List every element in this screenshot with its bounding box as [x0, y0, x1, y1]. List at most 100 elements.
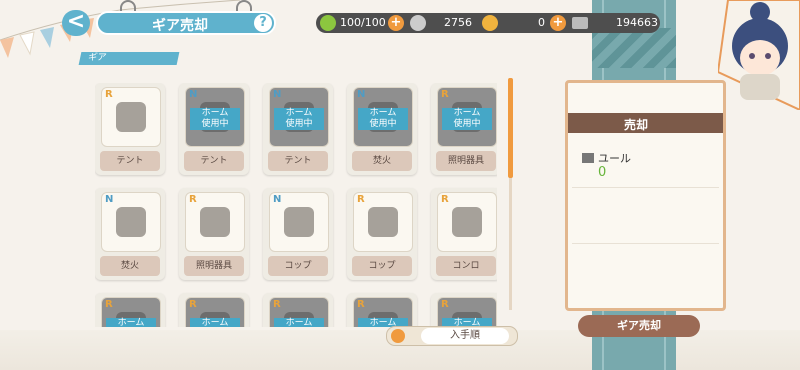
- yule-icon: [582, 153, 594, 163]
- gear-sell-button[interactable]: ギア売却: [578, 315, 700, 337]
- gear-thumbnail: R ホーム使用中: [185, 297, 245, 327]
- section-tag: ギア: [78, 52, 180, 65]
- gear-thumbnail: N: [101, 192, 161, 252]
- in-use-line1: ホーム: [201, 318, 229, 327]
- scrollbar-thumb[interactable]: [508, 78, 513, 178]
- in-use-line2: 使用中: [453, 119, 481, 129]
- gear-card[interactable]: Rホーム使用中: [347, 293, 417, 327]
- gear-thumbnail: R: [185, 192, 245, 252]
- help-icon[interactable]: ?: [254, 14, 272, 32]
- yule-value: 0: [598, 165, 607, 180]
- gear-card[interactable]: Rホーム使用中: [431, 293, 497, 327]
- in-use-line2: 使用中: [285, 119, 313, 129]
- silver-value: 2756: [444, 16, 472, 29]
- gear-card[interactable]: R コップ: [347, 188, 417, 280]
- gear-label: 焚火: [352, 151, 412, 171]
- divider: [572, 243, 719, 244]
- in-use-line1: ホーム: [285, 318, 313, 327]
- rarity-badge: R: [189, 299, 197, 310]
- in-use-badge: ホーム使用中: [190, 108, 240, 130]
- gear-label: コンロ: [436, 256, 496, 276]
- rarity-badge: N: [273, 89, 282, 100]
- gear-thumbnail: R: [101, 87, 161, 147]
- stamina-icon: [320, 15, 336, 31]
- lantern-icon: [200, 207, 230, 237]
- gear-thumbnail: N: [269, 192, 329, 252]
- sort-order-icon: [391, 329, 405, 343]
- yule-total: 194663: [616, 16, 658, 29]
- gold-coin-icon: [482, 15, 498, 31]
- in-use-badge: ホーム使用中: [274, 318, 324, 327]
- in-use-line2: 使用中: [369, 119, 397, 129]
- resource-bar: 100/100 + 2756 0 + 194663: [316, 13, 660, 33]
- gear-thumbnail: R: [353, 192, 413, 252]
- gear-thumbnail: R: [437, 192, 497, 252]
- rarity-badge: R: [441, 89, 449, 100]
- back-button[interactable]: <: [62, 10, 90, 36]
- gear-card[interactable]: N コップ: [263, 188, 333, 280]
- gear-card[interactable]: R テント: [95, 83, 165, 175]
- gear-label: テント: [100, 151, 160, 171]
- in-use-badge: ホーム使用中: [274, 108, 324, 130]
- rarity-badge: N: [273, 194, 282, 205]
- gear-label: コップ: [352, 256, 412, 276]
- sell-panel-title: 売却: [624, 118, 649, 132]
- in-use-line1: ホーム: [285, 108, 313, 118]
- cup-icon: [284, 207, 314, 237]
- in-use-badge: ホーム使用中: [190, 318, 240, 327]
- yule-icon: [572, 17, 588, 29]
- gear-card[interactable]: R ホーム 使用中 照明器具: [431, 83, 497, 175]
- rarity-badge: R: [357, 299, 365, 310]
- campfire-icon: [116, 207, 146, 237]
- add-stamina-button[interactable]: +: [388, 15, 404, 31]
- add-gold-button[interactable]: +: [550, 15, 566, 31]
- tent-icon: [116, 102, 146, 132]
- gear-card[interactable]: N 焚火: [95, 188, 165, 280]
- gear-card[interactable]: R ホーム使用中: [263, 293, 333, 327]
- gear-card[interactable]: N ホーム 使用中 テント: [263, 83, 333, 175]
- gear-thumbnail: Rホーム使用中: [353, 297, 413, 327]
- rarity-badge: R: [357, 194, 365, 205]
- gear-card[interactable]: R ホーム使用中: [179, 293, 249, 327]
- rarity-badge: R: [441, 194, 449, 205]
- gear-label: 照明器具: [184, 256, 244, 276]
- rarity-badge: R: [441, 299, 449, 310]
- rarity-badge: R: [105, 89, 113, 100]
- silver-coin-icon: [410, 15, 426, 31]
- stripe-pattern: [592, 28, 676, 68]
- in-use-line1: ホーム: [201, 108, 229, 118]
- sort-button[interactable]: 入手順: [386, 326, 518, 346]
- page-title: ギア売却: [152, 18, 208, 34]
- in-use-line2: 使用中: [201, 119, 229, 129]
- gear-label: テント: [268, 151, 328, 171]
- section-label: ギア: [87, 53, 108, 63]
- in-use-badge: ホーム使用中: [442, 108, 492, 130]
- rarity-badge: R: [273, 299, 281, 310]
- gear-thumbnail: R ホーム使用中: [101, 297, 161, 327]
- back-arrow-icon: <: [66, 9, 86, 34]
- gear-thumbnail: N ホーム 使用中: [269, 87, 329, 147]
- gear-thumbnail: R ホーム使用中: [269, 297, 329, 327]
- gear-card[interactable]: N ホーム 使用中焚火: [347, 83, 417, 175]
- rarity-badge: R: [105, 299, 113, 310]
- gear-card[interactable]: R コンロ: [431, 188, 497, 280]
- gear-card[interactable]: N ホーム 使用中 テント: [179, 83, 249, 175]
- sell-panel-header: 売却: [568, 113, 723, 133]
- yule-label: ユール: [598, 152, 631, 165]
- rarity-badge: N: [357, 89, 366, 100]
- gear-thumbnail: N ホーム 使用中: [353, 87, 413, 147]
- title-bar: ギア売却 ?: [96, 11, 276, 35]
- gear-card[interactable]: R ホーム使用中: [95, 293, 165, 327]
- character-avatar: [718, 0, 800, 110]
- in-use-badge: ホーム使用中: [106, 318, 156, 327]
- rarity-badge: R: [189, 194, 197, 205]
- gear-card[interactable]: R 照明器具: [179, 188, 249, 280]
- sell-panel: 売却 ユール 0: [565, 80, 726, 311]
- gear-label: テント: [184, 151, 244, 171]
- stove-icon: [452, 207, 482, 237]
- rarity-badge: N: [105, 194, 114, 205]
- gear-thumbnail: R ホーム使用中: [437, 87, 497, 147]
- rarity-badge: N: [189, 89, 198, 100]
- gear-thumbnail: N ホーム 使用中: [185, 87, 245, 147]
- stamina-value: 100/100: [340, 16, 386, 29]
